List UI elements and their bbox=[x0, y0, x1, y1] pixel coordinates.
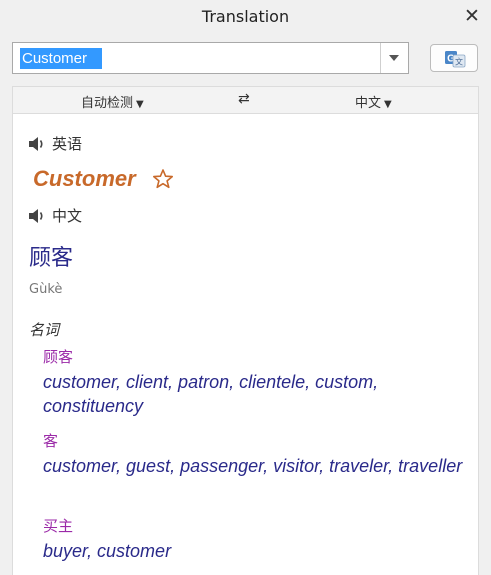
sense-chinese: 买主 bbox=[43, 517, 74, 535]
target-language-label: 中文 bbox=[355, 96, 382, 111]
title-bar: Translation ✕ bbox=[0, 0, 491, 34]
window-title: Translation bbox=[201, 7, 290, 26]
target-pronunciation-row: 中文 bbox=[28, 205, 82, 226]
search-input[interactable] bbox=[15, 45, 386, 71]
speaker-icon[interactable] bbox=[28, 208, 46, 224]
translate-button[interactable]: G 文 bbox=[430, 44, 478, 72]
pinyin: Gùkè bbox=[29, 282, 63, 297]
part-of-speech: 名词 bbox=[29, 321, 60, 339]
source-pronunciation-row: 英语 bbox=[28, 133, 82, 154]
sense-chinese: 客 bbox=[43, 432, 59, 450]
swap-languages-icon[interactable]: ⇄ bbox=[238, 91, 250, 107]
search-row: G 文 bbox=[12, 42, 480, 78]
target-language-name: 中文 bbox=[52, 207, 83, 225]
translate-icon: G 文 bbox=[445, 51, 466, 68]
source-language-label: 自动检测 bbox=[81, 96, 134, 111]
sense-english: customer, client, patron, clientele, cus… bbox=[43, 372, 379, 416]
caret-down-icon: ▼ bbox=[136, 99, 144, 110]
source-language-selector[interactable]: 自动检测 ▼ bbox=[81, 92, 144, 111]
caret-down-icon: ▼ bbox=[384, 99, 392, 110]
favorite-star-icon[interactable] bbox=[152, 168, 174, 190]
close-icon[interactable]: ✕ bbox=[461, 4, 483, 28]
target-language-selector[interactable]: 中文 ▼ bbox=[355, 92, 392, 111]
speaker-icon[interactable] bbox=[28, 136, 46, 152]
source-word: Customer bbox=[33, 166, 136, 191]
svg-text:文: 文 bbox=[455, 57, 463, 67]
translated-word: 顾客 bbox=[29, 246, 74, 271]
sense-english: buyer, customer bbox=[43, 541, 172, 561]
dropdown-button[interactable] bbox=[380, 43, 408, 73]
language-bar: 自动检测 ▼ ⇄ 中文 ▼ bbox=[12, 86, 479, 114]
search-combo[interactable] bbox=[12, 42, 409, 74]
chevron-down-icon bbox=[389, 55, 399, 61]
sense-chinese: 顾客 bbox=[43, 348, 74, 366]
source-language-name: 英语 bbox=[52, 135, 83, 153]
sense-english: customer, guest, passenger, visitor, tra… bbox=[43, 456, 463, 476]
translation-result-panel: 英语 Customer 中文 顾客 Gùkè 名词 顾客 customer, c… bbox=[12, 114, 479, 575]
